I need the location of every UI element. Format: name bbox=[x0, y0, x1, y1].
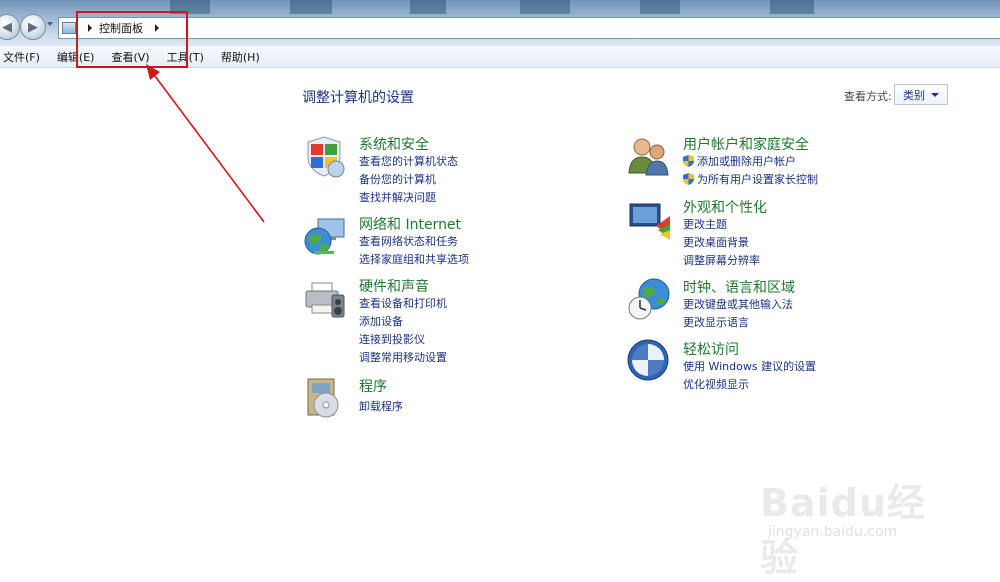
appearance-monitor-icon bbox=[629, 203, 670, 240]
category-ease-of-access: 轻松访问 使用 Windows 建议的设置 优化视频显示 bbox=[626, 338, 926, 392]
category-network: 网络和 Internet 查看网络状态和任务 选择家庭组和共享选项 bbox=[302, 213, 602, 267]
menu-file[interactable]: 文件(F) bbox=[0, 49, 48, 65]
link-change-keyboard[interactable]: 更改键盘或其他输入法 bbox=[683, 296, 793, 312]
link-mobility-settings[interactable]: 调整常用移动设置 bbox=[359, 349, 447, 365]
category-title[interactable]: 系统和安全 bbox=[359, 134, 429, 154]
link-change-display-language[interactable]: 更改显示语言 bbox=[683, 314, 749, 330]
address-bar[interactable]: 控制面板 bbox=[58, 17, 1000, 39]
chevron-down-icon bbox=[931, 92, 939, 97]
category-title[interactable]: 用户帐户和家庭安全 bbox=[683, 134, 809, 154]
baidu-watermark: Baidu经验 jingyan.baidu.com bbox=[760, 462, 960, 580]
view-by-dropdown[interactable]: 类别 bbox=[894, 84, 948, 105]
shield-icon bbox=[307, 136, 345, 178]
category-title[interactable]: 硬件和声音 bbox=[359, 276, 429, 296]
link-change-background[interactable]: 更改桌面背景 bbox=[683, 234, 749, 250]
link-find-fix-problems[interactable]: 查找并解决问题 bbox=[359, 189, 436, 205]
link-optimize-display[interactable]: 优化视频显示 bbox=[683, 376, 749, 392]
uac-shield-icon bbox=[683, 173, 694, 185]
category-programs: 程序 卸载程序 bbox=[302, 375, 602, 421]
link-label: 为所有用户设置家长控制 bbox=[697, 173, 818, 186]
link-change-theme[interactable]: 更改主题 bbox=[683, 216, 727, 232]
breadcrumb-control-panel[interactable]: 控制面板 bbox=[99, 20, 143, 36]
network-globe-icon bbox=[304, 218, 345, 255]
taskbar-thumb bbox=[290, 0, 332, 14]
view-by-label: 查看方式: bbox=[844, 90, 892, 103]
category-user-accounts: 用户帐户和家庭安全 添加或删除用户帐户 为所有用户设置家长控制 bbox=[626, 133, 926, 187]
link-label: 添加或删除用户帐户 bbox=[697, 155, 796, 168]
users-icon bbox=[628, 138, 669, 176]
programs-box-icon bbox=[307, 378, 339, 418]
breadcrumb-chevron-icon[interactable] bbox=[88, 24, 92, 32]
link-parental-controls[interactable]: 为所有用户设置家长控制 bbox=[683, 171, 818, 187]
category-title[interactable]: 时钟、语言和区域 bbox=[683, 277, 795, 297]
forward-button[interactable]: ▶ bbox=[20, 14, 46, 40]
uac-shield-icon bbox=[683, 155, 694, 167]
back-button[interactable]: ◀ bbox=[0, 14, 20, 40]
link-devices-printers[interactable]: 查看设备和打印机 bbox=[359, 295, 447, 311]
link-screen-resolution[interactable]: 调整屏幕分辨率 bbox=[683, 252, 760, 268]
watermark-url: jingyan.baidu.com bbox=[768, 524, 898, 540]
category-hardware-sound: 硬件和声音 查看设备和打印机 添加设备 连接到投影仪 调整常用移动设置 bbox=[302, 275, 602, 365]
link-connect-projector[interactable]: 连接到投影仪 bbox=[359, 331, 425, 347]
link-recommended-settings[interactable]: 使用 Windows 建议的设置 bbox=[683, 358, 816, 374]
category-title[interactable]: 外观和个性化 bbox=[683, 197, 767, 217]
link-view-computer-status[interactable]: 查看您的计算机状态 bbox=[359, 153, 458, 169]
taskbar-thumb bbox=[640, 0, 680, 14]
ease-of-access-icon bbox=[627, 339, 669, 381]
menu-help[interactable]: 帮助(H) bbox=[218, 49, 268, 65]
page-title: 调整计算机的设置 bbox=[302, 90, 414, 106]
category-title[interactable]: 轻松访问 bbox=[683, 339, 739, 359]
arrow-right-icon: ▶ bbox=[28, 19, 38, 35]
recent-pages-dropdown[interactable] bbox=[47, 22, 53, 26]
menu-tools[interactable]: 工具(T) bbox=[164, 49, 212, 65]
category-system-security: 系统和安全 查看您的计算机状态 备份您的计算机 查找并解决问题 bbox=[302, 133, 602, 205]
printer-icon bbox=[305, 282, 345, 318]
link-uninstall-program[interactable]: 卸载程序 bbox=[359, 398, 403, 414]
category-title[interactable]: 程序 bbox=[359, 376, 387, 396]
control-panel-icon bbox=[62, 22, 76, 34]
menu-bar: 文件(F) 编辑(E) 查看(V) 工具(T) 帮助(H) bbox=[0, 46, 1000, 68]
link-add-remove-accounts[interactable]: 添加或删除用户帐户 bbox=[683, 153, 796, 169]
clock-globe-icon bbox=[628, 278, 670, 320]
link-backup-computer[interactable]: 备份您的计算机 bbox=[359, 171, 436, 187]
arrow-left-icon: ◀ bbox=[2, 19, 12, 35]
view-by-value: 类别 bbox=[903, 88, 925, 102]
category-clock-language-region: 时钟、语言和区域 更改键盘或其他输入法 更改显示语言 bbox=[626, 276, 926, 330]
breadcrumb-chevron-icon[interactable] bbox=[155, 24, 159, 32]
taskbar-thumb bbox=[520, 0, 570, 14]
menu-edit[interactable]: 编辑(E) bbox=[54, 49, 103, 65]
window-titlebar: ◀ ▶ 控制面板 bbox=[0, 0, 1000, 46]
link-homegroup-sharing[interactable]: 选择家庭组和共享选项 bbox=[359, 251, 469, 267]
taskbar-thumb bbox=[170, 0, 210, 14]
link-view-network-status[interactable]: 查看网络状态和任务 bbox=[359, 233, 458, 249]
link-add-device[interactable]: 添加设备 bbox=[359, 313, 403, 329]
taskbar-thumb bbox=[410, 0, 446, 14]
menu-view[interactable]: 查看(V) bbox=[108, 49, 157, 65]
category-title[interactable]: 网络和 Internet bbox=[359, 214, 461, 234]
category-appearance: 外观和个性化 更改主题 更改桌面背景 调整屏幕分辨率 bbox=[626, 196, 926, 268]
taskbar-thumb bbox=[770, 0, 814, 14]
